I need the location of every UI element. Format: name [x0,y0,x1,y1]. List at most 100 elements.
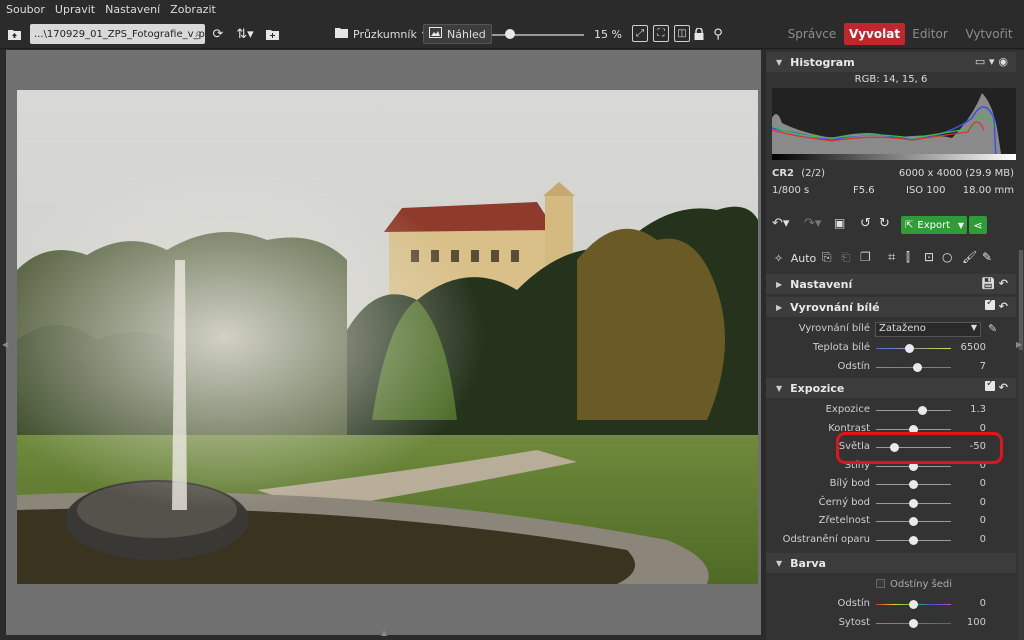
bottom-panel-arrow-icon[interactable]: ▲ [381,628,387,637]
tab-manager[interactable]: Správce [783,23,841,45]
tab-editor[interactable]: Editor [907,23,953,45]
highlight-annotation [836,432,1003,464]
perspective-icon[interactable]: ⫿ [906,250,910,265]
expand-icon: ▶ [776,302,783,312]
copy-settings-icon[interactable]: ⎘ [822,250,832,265]
loupe-icon[interactable]: ⚲ [710,23,726,45]
menu-file[interactable]: Soubor [6,3,45,16]
histogram-options-icon[interactable]: ▭ ▾ ◉ [975,55,1008,68]
slider-knob[interactable] [909,498,918,508]
menu-settings[interactable]: Nastavení [105,3,160,16]
exposure-slider-zřetelnost[interactable]: Zřetelnost 0 [766,512,1016,530]
wb-temp-value[interactable]: 6500 [946,342,986,353]
rotate-right-icon[interactable]: ↻ [879,216,890,231]
scrollbar-thumb[interactable] [1019,250,1023,350]
saturation-value[interactable]: 100 [946,617,986,628]
search-icon[interactable]: ⌕ [195,26,202,41]
slider-knob[interactable] [909,517,918,526]
image-dimensions: 6000 x 4000 (29.9 MB) [898,168,1014,179]
exposure-slider-bílý-bod[interactable]: Bílý bod 0 [766,475,1016,493]
slider-value[interactable]: 0 [946,478,986,489]
paste-settings-icon[interactable]: ⎗ [841,250,851,265]
preview-button[interactable]: Náhled [423,24,492,44]
hue-value[interactable]: 0 [946,598,986,609]
grayscale-label: Odstíny šedi [890,579,953,590]
collapse-icon: ▼ [776,558,783,568]
gradient-filter-icon[interactable]: ⊡ [924,250,934,264]
auto-tool[interactable]: ✧ Auto [774,252,816,265]
image-viewer[interactable]: ◀ ▲ [2,50,761,637]
export-button[interactable]: ⇱ Export ▼ [901,216,967,234]
compare-icon[interactable]: ◫ [674,25,690,42]
slider-value[interactable]: 1.3 [946,404,986,415]
redo-icon[interactable]: ↷▾ [804,216,821,231]
white-balance-header[interactable]: ▶ Vyrovnání bílé ↶ [766,297,1016,317]
color-header[interactable]: ▼ Barva [766,553,1016,573]
hue-slider[interactable]: Odstín 0 [766,595,1016,613]
right-panel-arrow-icon[interactable]: ▶ [1016,340,1022,349]
save-reset-icons[interactable]: 💾︎ ↶ [981,277,1008,290]
retouch-icon[interactable]: ✎ [982,250,992,264]
left-panel-arrow-icon[interactable]: ◀ [2,340,8,349]
slider-knob[interactable] [909,619,918,628]
add-folder-icon[interactable] [264,23,280,45]
radial-filter-icon[interactable]: ○ [942,250,952,264]
undo-icon[interactable]: ↶▾ [772,216,789,231]
slider-knob[interactable] [918,406,927,415]
menu-bar: Soubor Upravit Nastavení Zobrazit [0,0,1024,19]
exposure-slider-černý-bod[interactable]: Černý bod 0 [766,494,1016,512]
grayscale-checkbox[interactable] [876,579,885,588]
exposure-slider-expozice[interactable]: Expozice 1.3 [766,401,1016,419]
zoom-value: 15 % [594,27,622,41]
checkbox-icon[interactable] [984,378,995,391]
crop-icon[interactable]: ⌗ [888,250,895,265]
slider-knob[interactable] [909,600,918,609]
presets-icon[interactable]: ❐ [860,250,871,264]
file-count: (2/2) [801,168,826,179]
saturation-label: Sytost [838,617,870,628]
lock-icon[interactable] [692,23,706,45]
wb-tint-value[interactable]: 7 [946,361,986,372]
compare-preview-icon[interactable]: ▣ [834,216,845,230]
tab-develop[interactable]: Vyvolat [844,23,905,45]
slider-knob[interactable] [909,535,918,545]
slider-value[interactable]: 0 [946,534,986,545]
share-icon[interactable]: ⋖ [969,216,987,234]
slider-knob[interactable] [912,363,922,372]
exposure-toggle[interactable]: ↶ [984,378,1008,394]
iso: ISO 100 [906,185,946,196]
rotate-left-icon[interactable]: ↺ [860,216,871,231]
wb-temp-slider[interactable]: Teplota bílé 6500 [766,339,1016,357]
explorer-button[interactable]: Průzkumník ▼ [335,24,428,44]
settings-section-header[interactable]: ▶ Nastavení 💾︎ ↶ [766,274,1016,294]
zoom-slider-knob[interactable] [505,29,516,39]
eyedropper-icon[interactable]: ✎ [988,322,997,335]
slider-track[interactable] [876,410,951,411]
refresh-icon[interactable]: ⟳ [210,23,226,45]
slider-knob[interactable] [905,344,915,353]
panel-scrollbar[interactable] [1018,250,1024,640]
folder-icon [335,27,348,41]
saturation-slider[interactable]: Sytost 100 [766,614,1016,632]
path-field[interactable]: ...\170929_01_ZPS_Fotografie_v_proti ⌕ [30,24,205,44]
wb-toggle[interactable]: ↶ [984,297,1008,313]
menu-edit[interactable]: Upravit [55,3,95,16]
explorer-label: Průzkumník [353,27,417,41]
slider-knob[interactable] [909,480,918,489]
fullscreen-icon[interactable]: ⛶ [653,25,669,42]
tab-create[interactable]: Vytvořit [960,23,1018,45]
slider-value[interactable]: 0 [946,515,986,526]
checkbox-icon[interactable] [984,297,995,310]
folder-up-icon[interactable] [6,23,22,45]
slider-label: Černý bod [818,496,870,508]
wb-tint-slider[interactable]: Odstín 7 [766,358,1016,376]
brush-icon[interactable]: 🖌︎ [962,250,977,264]
wb-preset-select[interactable]: Zataženo ▼ [875,322,981,337]
menu-view[interactable]: Zobrazit [170,3,216,16]
slider-value[interactable]: 0 [946,497,986,508]
fit-icon[interactable]: ⤢ [632,25,648,42]
histogram-header[interactable]: ▼ Histogram ▭ ▾ ◉ [766,52,1016,72]
exposure-slider-odstranění-oparu[interactable]: Odstranění oparu 0 [766,531,1016,549]
sort-icon[interactable]: ⇅▾ [234,23,256,45]
exposure-header[interactable]: ▼ Expozice ↶ [766,378,1016,398]
